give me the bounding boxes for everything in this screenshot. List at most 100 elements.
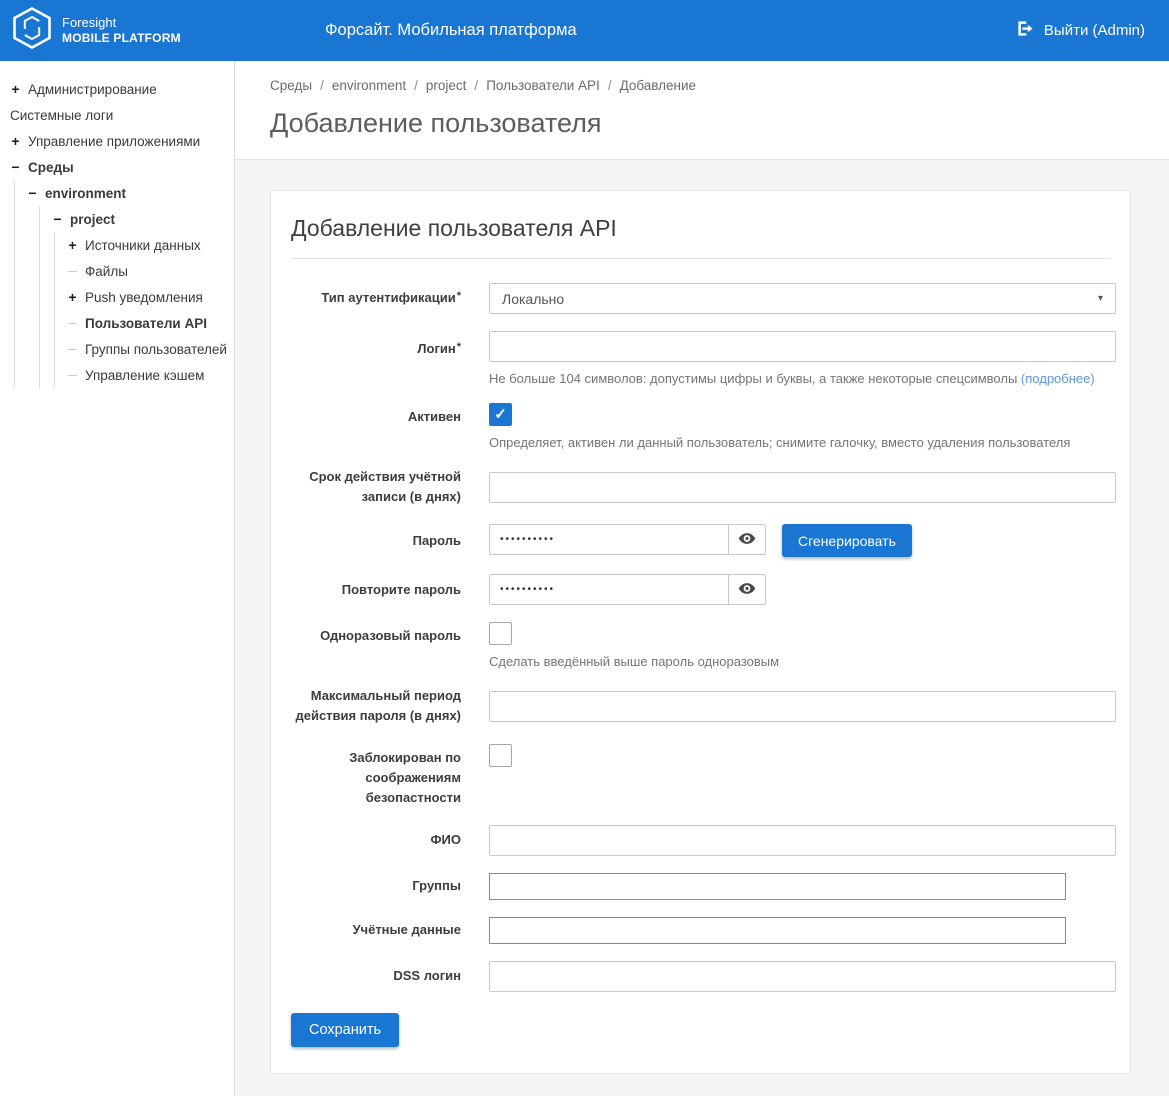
credentials-input[interactable]	[489, 917, 1066, 944]
field-row-auth-type: Тип аутентификации* Локально ▾	[291, 283, 1110, 314]
sidebar-item-label: environment	[45, 186, 126, 201]
breadcrumb-environments[interactable]: Среды	[270, 78, 312, 93]
repeat-password-label: Повторите пароль	[291, 580, 461, 600]
blocked-checkbox[interactable]: ✓	[489, 744, 512, 767]
sidebar-item-label: Группы пользователей	[85, 342, 227, 357]
field-row-account-expiry: Срок действия учётной записи (в днях)	[291, 467, 1110, 507]
logout-button[interactable]: Выйти (Admin)	[1016, 20, 1169, 41]
eye-icon	[738, 532, 756, 548]
sidebar-item-label: project	[70, 212, 115, 227]
save-button[interactable]: Сохранить	[291, 1013, 399, 1047]
sidebar-item-system-logs[interactable]: Системные логи	[0, 102, 234, 128]
field-row-password: Пароль	[291, 524, 1110, 557]
active-checkbox[interactable]: ✓	[489, 403, 512, 426]
account-expiry-label: Срок действия учётной записи (в днях)	[291, 467, 461, 507]
breadcrumb-separator: /	[414, 78, 418, 93]
tree-dash-icon: ─	[67, 369, 78, 381]
collapse-minus-icon: −	[27, 186, 38, 200]
field-row-login: Логин* Не больше 104 символов: допустимы…	[291, 331, 1110, 386]
field-row-repeat-password: Повторите пароль	[291, 574, 1110, 605]
check-icon: ✓	[494, 407, 507, 422]
sidebar-item-environment[interactable]: − environment	[15, 180, 234, 206]
expand-plus-icon: +	[67, 290, 78, 304]
logout-label: Выйти (Admin)	[1044, 22, 1145, 39]
sidebar-item-push-notifications[interactable]: + Push уведомления	[55, 284, 234, 310]
auth-type-label: Тип аутентификации*	[291, 288, 461, 308]
auth-type-value: Локально	[502, 291, 564, 307]
groups-input[interactable]	[489, 873, 1066, 900]
project-subtree: + Источники данных ─ Файлы + Push уведом…	[54, 232, 234, 388]
sidebar-item-user-groups[interactable]: ─ Группы пользователей	[55, 336, 234, 362]
expand-plus-icon: +	[10, 134, 21, 148]
sidebar-item-api-users[interactable]: ─ Пользователи API	[55, 310, 234, 336]
login-input[interactable]	[489, 331, 1116, 362]
breadcrumb-environment[interactable]: environment	[332, 78, 406, 93]
blocked-label: Заблокирован по соображениям безопастнос…	[291, 744, 461, 808]
breadcrumb-api-users[interactable]: Пользователи API	[486, 78, 600, 93]
dss-login-label: DSS логин	[291, 966, 461, 986]
password-input[interactable]	[489, 524, 729, 555]
sidebar-item-label: Пользователи API	[85, 316, 207, 331]
max-password-period-input[interactable]	[489, 691, 1116, 722]
expand-plus-icon: +	[67, 238, 78, 252]
login-helper-link[interactable]: (подробнее)	[1021, 371, 1095, 386]
page-head: Среды / environment / project / Пользова…	[235, 61, 1169, 160]
logo-text: Foresight MOBILE PLATFORM	[62, 15, 181, 46]
field-row-active: Активен ✓ Определяет, активен ли данный …	[291, 403, 1110, 450]
environment-subtree: − project + Источники данных ─ Файлы + P…	[39, 206, 234, 388]
field-row-dss-login: DSS логин	[291, 961, 1110, 992]
tree-dash-icon: ─	[67, 317, 78, 329]
app-logo: Foresight MOBILE PLATFORM	[0, 7, 181, 54]
field-row-one-time-password: Одноразовый пароль ✓ Сделать введённый в…	[291, 622, 1110, 669]
sidebar-item-files[interactable]: ─ Файлы	[55, 258, 234, 284]
sidebar-item-cache-management[interactable]: ─ Управление кэшем	[55, 362, 234, 388]
collapse-minus-icon: −	[10, 160, 21, 174]
sidebar-item-environments[interactable]: − Среды	[0, 154, 234, 180]
sidebar-item-administration[interactable]: + Администрирование	[0, 76, 234, 102]
main-content: Среды / environment / project / Пользова…	[235, 61, 1169, 1096]
auth-type-select[interactable]: Локально ▾	[489, 283, 1116, 314]
collapse-minus-icon: −	[52, 212, 63, 226]
breadcrumb-current: Добавление	[620, 78, 697, 93]
logo-line2: MOBILE PLATFORM	[62, 31, 181, 46]
breadcrumb-separator: /	[608, 78, 612, 93]
max-password-period-label: Максимальный период действия пароля (в д…	[291, 686, 461, 726]
one-time-password-helper: Сделать введённый выше пароль одноразовы…	[489, 654, 1110, 669]
sidebar-item-label: Файлы	[85, 264, 128, 279]
full-name-input[interactable]	[489, 825, 1116, 856]
breadcrumb: Среды / environment / project / Пользова…	[270, 78, 1169, 93]
form-title: Добавление пользователя API	[291, 211, 1110, 259]
app-title: Форсайт. Мобильная платформа	[325, 21, 577, 40]
field-row-credentials: Учётные данные	[291, 917, 1110, 944]
sidebar-item-data-sources[interactable]: + Источники данных	[55, 232, 234, 258]
account-expiry-input[interactable]	[489, 472, 1116, 503]
active-helper: Определяет, активен ли данный пользовате…	[489, 435, 1110, 450]
environments-subtree: − environment − project + Источники данн…	[14, 180, 234, 388]
form-card: Добавление пользователя API Тип аутентиф…	[270, 190, 1131, 1074]
sidebar-item-label: Среды	[28, 160, 74, 175]
breadcrumb-separator: /	[320, 78, 324, 93]
breadcrumb-separator: /	[474, 78, 478, 93]
expand-plus-icon: +	[10, 82, 21, 96]
field-row-full-name: ФИО	[291, 825, 1110, 856]
sidebar-item-label: Администрирование	[28, 82, 157, 97]
field-row-groups: Группы	[291, 873, 1110, 900]
repeat-password-visibility-button[interactable]	[728, 574, 766, 605]
sidebar-item-app-management[interactable]: + Управление приложениями	[0, 128, 234, 154]
logo-line1: Foresight	[62, 15, 181, 31]
field-row-blocked: Заблокирован по соображениям безопастнос…	[291, 744, 1110, 808]
logout-icon	[1016, 20, 1035, 41]
breadcrumb-project[interactable]: project	[426, 78, 467, 93]
sidebar-item-project[interactable]: − project	[40, 206, 234, 232]
generate-password-button[interactable]: Сгенерировать	[782, 524, 912, 557]
groups-label: Группы	[291, 876, 461, 896]
page-title: Добавление пользователя	[270, 108, 1169, 139]
eye-icon	[738, 582, 756, 598]
one-time-password-checkbox[interactable]: ✓	[489, 622, 512, 645]
app-header: Foresight MOBILE PLATFORM Форсайт. Мобил…	[0, 0, 1169, 61]
password-visibility-button[interactable]	[728, 524, 766, 555]
repeat-password-input[interactable]	[489, 574, 729, 605]
dss-login-input[interactable]	[489, 961, 1116, 992]
active-label: Активен	[291, 403, 461, 427]
sidebar-item-label: Управление кэшем	[85, 368, 204, 383]
